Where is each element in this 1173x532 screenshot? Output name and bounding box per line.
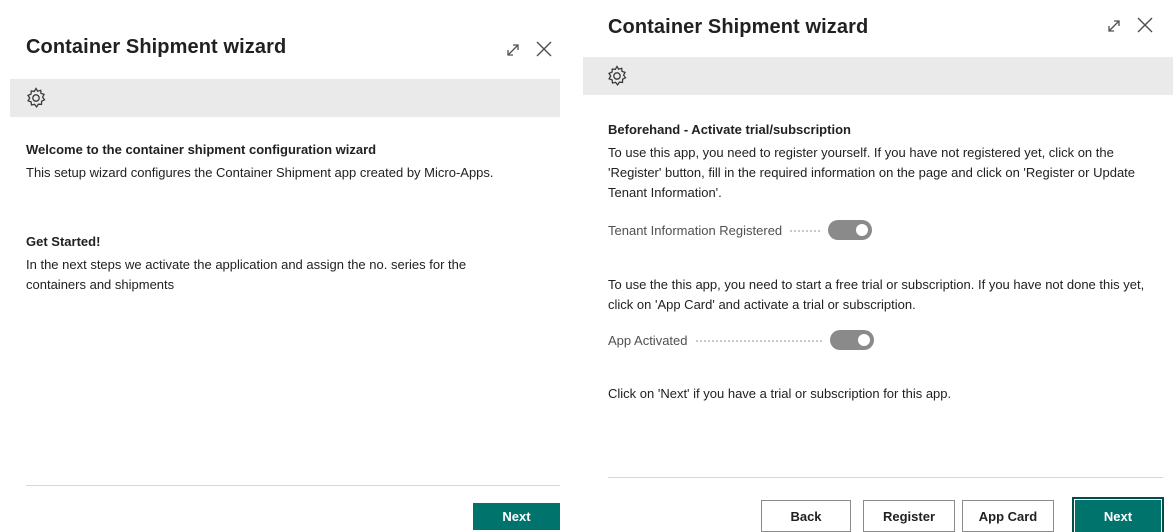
wizard-dialog-activation: Container Shipment wizard Beforehand - A… xyxy=(583,0,1173,532)
get-started-heading: Get Started! xyxy=(26,234,101,249)
trial-instructions: To use the this app, you need to start a… xyxy=(608,277,1145,312)
close-icon[interactable] xyxy=(533,38,555,60)
back-button[interactable]: Back xyxy=(761,500,851,532)
next-button[interactable]: Next xyxy=(473,503,560,530)
expand-icon[interactable] xyxy=(502,39,524,61)
welcome-heading: Welcome to the container shipment config… xyxy=(26,142,377,157)
action-bar xyxy=(583,57,1173,95)
activation-heading: Beforehand - Activate trial/subscription xyxy=(608,122,851,137)
toggle-knob xyxy=(857,334,870,346)
field-label: Tenant Information Registered xyxy=(608,222,783,238)
app-activated-field: App Activated xyxy=(608,330,874,350)
register-button[interactable]: Register xyxy=(863,500,955,532)
leader-dots xyxy=(790,230,821,232)
next-hint: Click on 'Next' if you have a trial or s… xyxy=(608,386,952,401)
footer-divider xyxy=(608,477,1163,478)
register-instructions: To use this app, you need to register yo… xyxy=(608,145,1136,200)
next-button[interactable]: Next xyxy=(1072,497,1164,532)
leader-dots xyxy=(695,340,822,342)
tenant-registered-field: Tenant Information Registered xyxy=(608,220,873,240)
app-activated-toggle[interactable] xyxy=(829,330,874,350)
expand-icon[interactable] xyxy=(1103,15,1125,37)
welcome-text: This setup wizard configures the Contain… xyxy=(26,165,494,180)
action-bar xyxy=(10,79,560,117)
get-started-text: In the next steps we activate the applic… xyxy=(26,257,467,292)
tenant-registered-toggle[interactable] xyxy=(828,220,873,240)
close-icon[interactable] xyxy=(1134,14,1156,36)
app-card-button[interactable]: App Card xyxy=(962,500,1054,532)
field-label: App Activated xyxy=(608,332,688,348)
dialog-title: Container Shipment wizard xyxy=(608,16,869,38)
footer-divider xyxy=(26,485,560,486)
gear-icon[interactable] xyxy=(24,86,48,110)
wizard-dialog-welcome: Container Shipment wizard Welcome to the… xyxy=(0,0,575,530)
gear-icon[interactable] xyxy=(605,64,629,88)
toggle-knob xyxy=(856,224,869,236)
dialog-title: Container Shipment wizard xyxy=(26,36,287,58)
